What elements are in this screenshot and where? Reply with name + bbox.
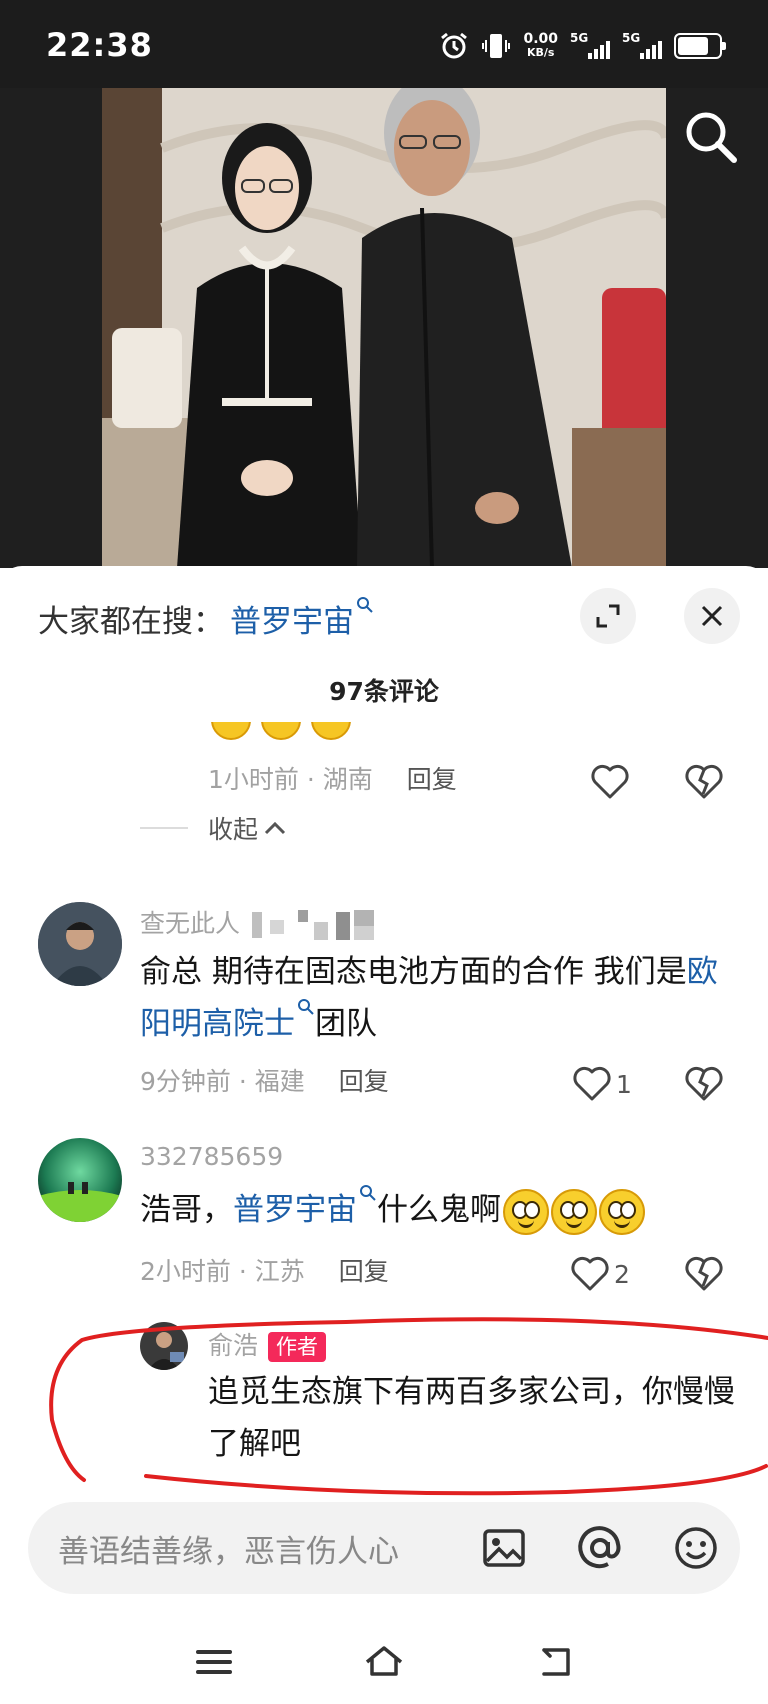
heart-icon <box>573 1066 611 1101</box>
avatar-image <box>38 902 122 986</box>
chevron-up-icon <box>264 821 286 835</box>
expand-icon <box>596 604 620 628</box>
net-speed-unit: KB/s <box>526 46 555 59</box>
status-icons: 0.00 KB/s 5G 5G <box>439 28 726 64</box>
alarm-icon <box>441 32 468 59</box>
like-button[interactable]: 2 <box>570 1252 650 1296</box>
reply-time: 1小时前 <box>208 765 299 794</box>
comment-time: 9分钟前 <box>140 1067 231 1096</box>
username-text[interactable]: 俞浩 <box>208 1331 258 1360</box>
hot-search-term[interactable]: 普罗宇宙 <box>230 604 354 640</box>
post-photo-area <box>0 88 768 568</box>
like-button[interactable] <box>590 760 634 804</box>
username-text[interactable]: 查无此人 <box>140 909 240 938</box>
comment-meta: 9分钟前 · 福建 回复 <box>140 1062 389 1098</box>
image-icon[interactable] <box>480 1524 528 1572</box>
net-speed: 0.00 KB/s <box>523 32 558 60</box>
comment-text-part: 浩哥， <box>140 1192 233 1228</box>
hot-search-link[interactable]: 普罗宇宙 <box>230 596 374 641</box>
reply-button[interactable]: 回复 <box>407 765 457 794</box>
sim2-label: 5G <box>622 31 641 45</box>
comment-text-part: 什么鬼啊 <box>377 1192 501 1228</box>
username[interactable]: 俞浩 作者 <box>208 1326 327 1362</box>
avatar[interactable] <box>140 1322 188 1370</box>
status-time: 22:38 <box>46 26 153 64</box>
broken-heart-icon <box>685 1066 723 1101</box>
heart-icon <box>571 1256 609 1291</box>
battery-icon <box>674 33 726 59</box>
expand-button[interactable] <box>580 588 636 644</box>
collapse-label[interactable]: 收起 <box>208 810 258 846</box>
broken-heart-icon <box>685 1256 723 1291</box>
meta-separator: · <box>298 765 323 794</box>
comment-meta: 2小时前 · 江苏 回复 <box>140 1252 389 1288</box>
broken-heart-icon <box>685 764 723 799</box>
emoji-icon <box>261 722 301 742</box>
menu-icon[interactable] <box>192 1640 236 1684</box>
search-icon <box>360 1185 376 1201</box>
search-icon <box>298 999 314 1015</box>
emoji-icon <box>599 1188 645 1235</box>
meta-separator: · <box>230 1067 255 1096</box>
dislike-button[interactable] <box>684 1252 728 1296</box>
comment-text: 俞总 期待在固态电池方面的合作 我们是欧阳明高院士 团队 <box>140 946 720 1050</box>
emoji-icon <box>211 722 251 742</box>
reply-meta: 1小时前 · 湖南 回复 <box>208 760 457 796</box>
comment-text: 浩哥，普罗宇宙 什么鬼啊 <box>140 1184 740 1236</box>
author-badge: 作者 <box>268 1332 327 1362</box>
reply-button[interactable]: 回复 <box>339 1257 389 1286</box>
avatar-image <box>38 1138 122 1222</box>
emoji-icon <box>551 1188 597 1235</box>
comment-text: 追觅生态旗下有两百多家公司，你慢慢了解吧 <box>208 1374 735 1462</box>
meta-separator: · <box>230 1257 255 1286</box>
emoji-icon <box>503 1188 549 1235</box>
avatar[interactable] <box>38 1138 122 1222</box>
emoji-icon[interactable] <box>672 1524 720 1572</box>
close-button[interactable] <box>684 588 740 644</box>
search-icon[interactable] <box>680 106 742 168</box>
comment-time: 2小时前 <box>140 1257 231 1286</box>
comment-input[interactable]: 善语结善缘，恶言伤人心 <box>28 1502 740 1594</box>
username[interactable]: 332785659 <box>140 1142 283 1171</box>
like-button[interactable]: 1 <box>572 1062 652 1106</box>
like-count: 2 <box>614 1259 630 1289</box>
hot-search-bar: 大家都在搜： 普罗宇宙 <box>38 596 374 641</box>
comment-text-part: 团队 <box>315 1006 377 1042</box>
comment-input-placeholder[interactable]: 善语结善缘，恶言伤人心 <box>58 1526 399 1571</box>
close-icon <box>701 605 723 627</box>
back-icon[interactable] <box>534 1640 578 1684</box>
status-bar: 22:38 0.00 KB/s 5G 5G <box>0 0 768 88</box>
comment-location: 江苏 <box>254 1257 305 1286</box>
home-icon[interactable] <box>362 1640 406 1684</box>
at-icon[interactable] <box>576 1524 624 1572</box>
search-icon <box>357 597 373 613</box>
comment-location: 福建 <box>254 1067 305 1096</box>
dislike-button[interactable] <box>684 1062 728 1106</box>
mosaic-icon <box>251 910 374 940</box>
dislike-button[interactable] <box>684 760 728 804</box>
divider <box>140 827 188 829</box>
vibrate-icon <box>482 34 511 58</box>
system-nav-bar <box>0 1620 768 1704</box>
topic-link[interactable]: 普罗宇宙 <box>233 1192 357 1228</box>
heart-icon <box>591 764 629 799</box>
photo-illustration <box>102 88 666 568</box>
post-photo[interactable] <box>102 88 666 568</box>
emoji-icon <box>311 722 351 742</box>
collapse-replies-button[interactable]: 收起 <box>140 810 288 846</box>
sim1-label: 5G <box>570 31 589 45</box>
signal-icon: 5G <box>622 31 662 61</box>
hot-search-label: 大家都在搜： <box>38 604 224 640</box>
reply-button[interactable]: 回复 <box>339 1067 389 1096</box>
username[interactable]: 查无此人 <box>140 904 388 942</box>
reply-location: 湖南 <box>322 765 373 794</box>
avatar[interactable] <box>38 902 122 986</box>
comment-count: 97条评论 <box>329 677 439 706</box>
signal-icon: 5G <box>570 31 610 61</box>
like-count: 1 <box>616 1069 632 1099</box>
comment-text-part: 俞总 期待在固态电池方面的合作 我们是 <box>140 954 687 990</box>
avatar-image <box>140 1322 188 1370</box>
net-speed-value: 0.00 <box>523 31 558 47</box>
